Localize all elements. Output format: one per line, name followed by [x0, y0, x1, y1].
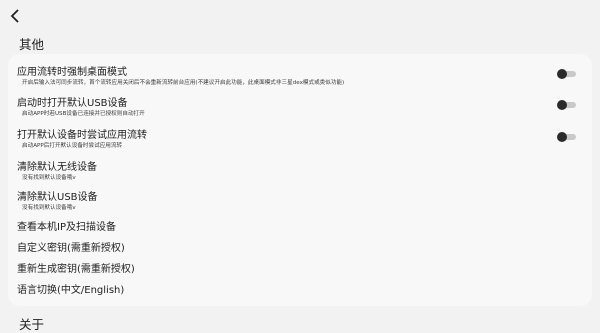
- section-title-about: 关于: [19, 317, 45, 332]
- setting-title: 重新生成密钥(需重新授权): [17, 264, 135, 275]
- toggle-knob: [557, 132, 567, 142]
- setting-title: 启动时打开默认USB设备: [17, 98, 128, 109]
- setting-subtitle: 没有找到默认设备哦v: [22, 205, 76, 211]
- setting-subtitle: 没有找到默认设备哦v: [22, 175, 76, 181]
- setting-regenerate-key[interactable]: 重新生成密钥(需重新授权): [17, 264, 583, 276]
- back-button[interactable]: [6, 6, 24, 26]
- setting-title: 查看本机IP及扫描设备: [17, 222, 116, 233]
- setting-title: 清除默认无线设备: [17, 162, 97, 173]
- toggle-knob: [557, 69, 567, 79]
- setting-clear-default-wireless[interactable]: 清除默认无线设备 没有找到默认设备哦v: [17, 162, 583, 182]
- force-desktop-mode-toggle[interactable]: [557, 69, 577, 79]
- setting-subtitle: 启动APP后打开默认设备时尝试应用流转: [22, 143, 123, 149]
- setting-open-default-usb[interactable]: 启动时打开默认USB设备 启动APP时若USB设备已连接并已授权则自动打开: [17, 98, 583, 118]
- section-title-other: 其他: [19, 37, 45, 52]
- try-app-transfer-toggle[interactable]: [557, 132, 577, 142]
- setting-title: 打开默认设备时尝试应用流转: [17, 130, 147, 141]
- chevron-left-icon: [10, 9, 19, 23]
- setting-subtitle: 启动APP时若USB设备已连接并已授权则自动打开: [22, 111, 145, 117]
- setting-language-switch[interactable]: 语言切换(中文/English): [17, 285, 583, 297]
- setting-try-app-transfer[interactable]: 打开默认设备时尝试应用流转 启动APP后打开默认设备时尝试应用流转: [17, 130, 583, 150]
- setting-title: 应用流转时强制桌面模式: [17, 67, 127, 78]
- setting-clear-default-usb[interactable]: 清除默认USB设备 没有找到默认设备哦v: [17, 192, 583, 212]
- open-default-usb-toggle[interactable]: [557, 100, 577, 110]
- setting-view-ip-scan[interactable]: 查看本机IP及扫描设备: [17, 222, 583, 234]
- setting-custom-key[interactable]: 自定义密钥(需重新授权): [17, 243, 583, 255]
- setting-force-desktop-mode[interactable]: 应用流转时强制桌面模式 开启后输入法可同步流转，首个流转应用关闭后不会重新流转前…: [17, 67, 583, 87]
- setting-title: 自定义密钥(需重新授权): [17, 243, 125, 254]
- setting-title: 清除默认USB设备: [17, 192, 98, 203]
- setting-title: 语言切换(中文/English): [17, 285, 125, 296]
- setting-subtitle: 开启后输入法可同步流转，首个流转应用关闭后不会重新流转前台应用(不建议开启此功能…: [22, 80, 345, 86]
- toggle-knob: [557, 100, 567, 110]
